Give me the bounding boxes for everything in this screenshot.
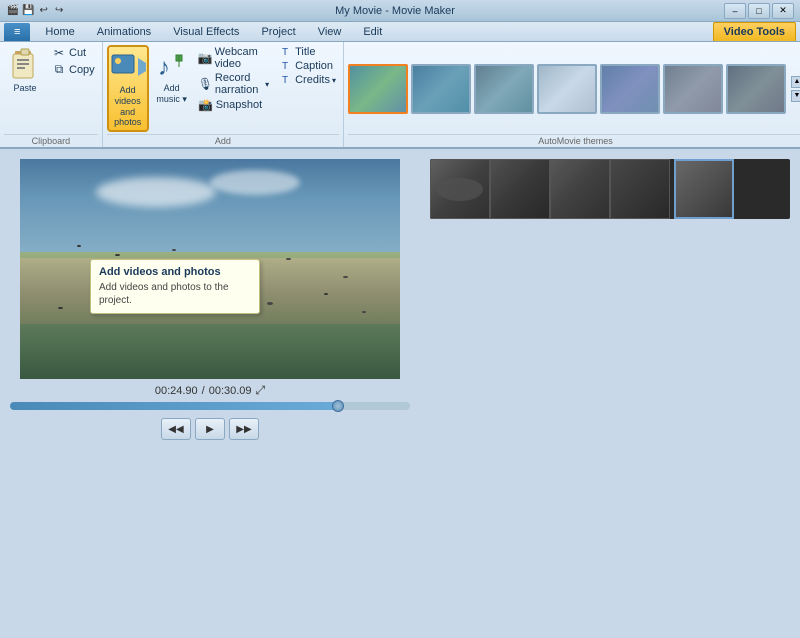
copy-label: Copy (69, 64, 95, 76)
add-videos-button[interactable]: Add videos and photos (107, 45, 149, 132)
time-display: 00:24.90 / 00:30.09 ⤢ (10, 383, 410, 398)
add-group-label: Add (107, 134, 339, 147)
maximize-button[interactable]: □ (748, 3, 770, 19)
progress-fill (10, 402, 338, 410)
tab-animations[interactable]: Animations (86, 22, 162, 41)
tab-project[interactable]: Project (250, 22, 306, 41)
webcam-video-button[interactable]: 📷 Webcam video (195, 45, 272, 71)
window-title: My Movie - Movie Maker (66, 5, 724, 17)
ribbon-tabs: ≡ Home Animations Visual Effects Project… (0, 22, 800, 42)
tooltip-title: Add videos and photos (99, 266, 251, 278)
media-buttons-col: 📷 Webcam video 🎙 Record narration ▾ 📸 Sn… (195, 45, 272, 113)
next-button[interactable]: ▶▶ (229, 418, 259, 440)
cut-button[interactable]: ✂ Cut (48, 45, 98, 61)
ribbon: Paste ✂ Cut ⧉ Copy Clipboard (0, 42, 800, 149)
themes-group: ▲ ▼ AutoMovie themes (344, 42, 800, 147)
webcam-icon: 📷 (198, 51, 213, 65)
film-frame-1 (430, 159, 490, 219)
caption-button[interactable]: T Caption (274, 59, 339, 73)
caption-label: Caption (295, 60, 333, 72)
progress-bar[interactable] (10, 402, 410, 410)
fullscreen-button[interactable]: ⤢ (256, 383, 266, 398)
title-label: Title (295, 46, 315, 58)
add-music-button[interactable]: ♪ Add music ▾ (151, 45, 193, 107)
current-time: 00:24.90 (155, 385, 198, 397)
theme-6[interactable] (663, 64, 723, 114)
quick-undo[interactable]: ↩ (37, 2, 51, 20)
quick-redo[interactable]: ↪ (53, 2, 67, 20)
narration-label: Record narration (215, 72, 263, 96)
add-music-icon: ♪ (154, 47, 190, 83)
add-music-label: Add music ▾ (156, 83, 187, 105)
paste-button[interactable]: Paste (4, 45, 46, 96)
credits-button[interactable]: T Credits ▾ (274, 73, 339, 87)
narration-icon: 🎙 (198, 77, 213, 91)
snapshot-label: Snapshot (216, 99, 262, 111)
caption-icon: T (277, 61, 293, 72)
theme-3[interactable] (474, 64, 534, 114)
clipboard-group-label: Clipboard (4, 134, 98, 147)
film-frame-3 (550, 159, 610, 219)
cut-label: Cut (69, 47, 86, 59)
theme-1[interactable] (348, 64, 408, 114)
quick-save[interactable]: 💾 (22, 2, 36, 20)
theme-2[interactable] (411, 64, 471, 114)
text-buttons-col: T Title T Caption T Credits ▾ (274, 45, 339, 87)
tab-visual-effects[interactable]: Visual Effects (162, 22, 250, 41)
progress-knob[interactable] (332, 400, 344, 412)
minimize-button[interactable]: – (724, 3, 746, 19)
playback-controls: ◀◀ ▶ ▶▶ (10, 418, 410, 440)
theme-5[interactable] (600, 64, 660, 114)
file-menu-button[interactable]: ≡ (4, 23, 30, 41)
tab-view[interactable]: View (307, 22, 353, 41)
film-frame-2 (490, 159, 550, 219)
prev-button[interactable]: ◀◀ (161, 418, 191, 440)
paste-icon (7, 47, 43, 83)
system-icon: 🎬 (6, 2, 20, 20)
video-panel: 00:24.90 / 00:30.09 ⤢ ◀◀ ▶ ▶▶ (0, 149, 420, 638)
add-videos-icon (110, 49, 146, 85)
timeline-panel (420, 149, 800, 638)
tooltip-description: Add videos and photos to the project. (99, 281, 251, 307)
add-videos-label: Add videos and photos (112, 85, 144, 128)
clipboard-group: Paste ✂ Cut ⧉ Copy Clipboard (0, 42, 103, 147)
title-bar: 🎬 💾 ↩ ↪ My Movie - Movie Maker – □ ✕ (0, 0, 800, 22)
play-button[interactable]: ▶ (195, 418, 225, 440)
themes-group-label: AutoMovie themes (348, 134, 800, 147)
film-strip (430, 159, 790, 219)
title-button[interactable]: T Title (274, 45, 339, 59)
film-frame-5 (674, 159, 734, 219)
tab-edit[interactable]: Edit (352, 22, 393, 41)
snapshot-button[interactable]: 📸 Snapshot (195, 97, 272, 113)
themes-scroll-down[interactable]: ▼ (791, 90, 800, 102)
themes-scroll-up[interactable]: ▲ (791, 76, 800, 88)
paste-label: Paste (13, 83, 36, 94)
webcam-label: Webcam video (215, 46, 269, 70)
tooltip: Add videos and photos Add videos and pho… (90, 259, 260, 314)
snapshot-icon: 📸 (198, 98, 214, 112)
theme-7[interactable] (726, 64, 786, 114)
cut-icon: ✂ (51, 46, 67, 60)
cut-copy-group: ✂ Cut ⧉ Copy (48, 45, 98, 78)
credits-icon: T (277, 75, 293, 86)
tab-home[interactable]: Home (34, 22, 85, 41)
record-narration-button[interactable]: 🎙 Record narration ▾ (195, 71, 272, 97)
copy-button[interactable]: ⧉ Copy (48, 61, 98, 78)
total-time: 00:30.09 (209, 385, 252, 397)
theme-4[interactable] (537, 64, 597, 114)
tab-video-tools[interactable]: Video Tools (713, 22, 796, 41)
svg-text:♪: ♪ (158, 54, 170, 81)
close-button[interactable]: ✕ (772, 3, 794, 19)
add-group: Add videos and photos ♪ Add music ▾ 📷 We… (103, 42, 344, 147)
credits-label: Credits (295, 74, 330, 86)
copy-icon: ⧉ (51, 62, 67, 77)
film-frame-4 (610, 159, 670, 219)
title-icon: T (277, 47, 293, 58)
